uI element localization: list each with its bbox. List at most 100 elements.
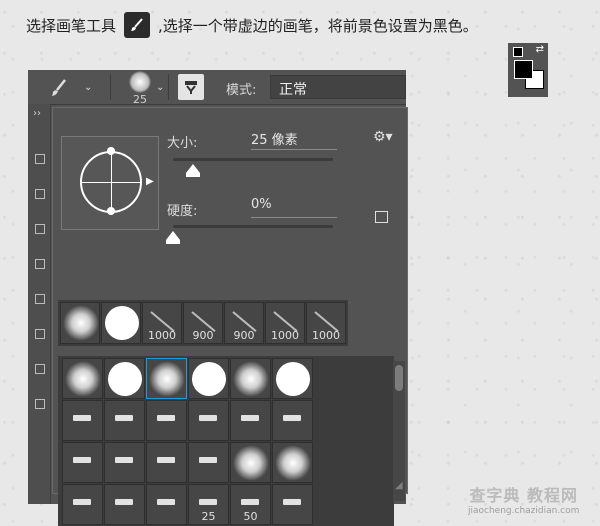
options-bar: ⌄ 25 ⌄ 模式: 正常	[28, 70, 406, 106]
brush-preset[interactable]	[272, 442, 313, 483]
recent-brushes-row: 1000 900 900 1000 1000	[58, 300, 348, 346]
photoshop-panel: ⌄ 25 ⌄ 模式: 正常 ›› ▶ 大小: 25 像素 硬度: 0% ⚙▾ 1…	[28, 70, 408, 526]
hard-round-brush-icon	[192, 362, 226, 396]
swap-colors-icon[interactable]: ⇄	[536, 44, 544, 55]
expand-chevron-icon[interactable]: ››	[33, 108, 41, 119]
brush-presets-grid: 25 50	[58, 356, 394, 526]
mode-select[interactable]: 正常	[270, 75, 406, 99]
brush-size-preview: 25	[133, 93, 147, 106]
size-label: 大小:	[167, 136, 198, 151]
brush-tip-icon	[241, 499, 259, 505]
hard-round-brush-icon	[108, 362, 142, 396]
soft-round-brush-icon	[149, 361, 185, 397]
tool-icon[interactable]	[35, 364, 45, 374]
divider	[110, 74, 111, 100]
hardness-value-field[interactable]: 0%	[251, 197, 337, 218]
new-preset-icon[interactable]	[375, 211, 388, 223]
brush-tip-icon	[73, 415, 91, 421]
size-slider-track[interactable]	[173, 158, 333, 161]
brush-angle-roundness-widget[interactable]: ▶	[61, 136, 159, 230]
instruction-line: 选择画笔工具 ,选择一个带虚边的画笔，将前景色设置为黑色。	[26, 12, 478, 38]
tool-icon[interactable]	[35, 189, 45, 199]
roundness-handle[interactable]	[107, 207, 115, 215]
brush-preset[interactable]	[62, 358, 103, 399]
brush-preset-label: 50	[243, 510, 258, 523]
hardness-slider-track[interactable]	[173, 225, 333, 228]
brush-preset[interactable]: 50	[230, 484, 271, 525]
brush-preset[interactable]	[272, 484, 313, 525]
recent-brush[interactable]: 900	[224, 302, 264, 344]
brush-tip-icon	[199, 457, 217, 463]
brush-preset[interactable]	[104, 484, 145, 525]
crosshair-vertical	[111, 151, 112, 213]
brush-preset[interactable]	[62, 484, 103, 525]
hardness-label: 硬度:	[167, 204, 198, 219]
tool-preset-chevron-icon[interactable]: ⌄	[84, 82, 92, 93]
brush-tip-icon	[73, 457, 91, 463]
brush-tool-icon[interactable]	[50, 78, 78, 102]
brush-preset[interactable]	[104, 358, 145, 399]
brush-tip-icon	[283, 499, 301, 505]
hardness-slider-knob[interactable]	[166, 231, 180, 244]
soft-round-brush-icon	[233, 445, 269, 481]
tool-icon[interactable]	[35, 294, 45, 304]
tool-icon[interactable]	[35, 399, 45, 409]
brush-preset[interactable]: 25	[188, 484, 229, 525]
brush-preset[interactable]	[188, 358, 229, 399]
brush-preset[interactable]	[230, 400, 271, 441]
recent-brush[interactable]	[101, 302, 141, 344]
brush-preset[interactable]	[272, 358, 313, 399]
angle-arrow-icon[interactable]: ▶	[146, 176, 154, 187]
foreground-color-swatch[interactable]	[514, 60, 533, 79]
brush-preset-picker[interactable]: 25	[122, 70, 158, 106]
instruction-part2: ,选择一个带虚边的画笔，将前景色设置为黑色。	[158, 16, 478, 35]
divider	[168, 74, 169, 100]
resize-grip-icon[interactable]: ◢	[395, 480, 403, 491]
recent-brush[interactable]	[60, 302, 100, 344]
color-swatch-widget: ⇄	[508, 43, 548, 97]
brush-preset[interactable]	[146, 484, 187, 525]
brush-tip-icon	[199, 415, 217, 421]
brush-preset[interactable]	[272, 400, 313, 441]
instruction-part1: 选择画笔工具	[26, 16, 117, 35]
recent-brush-label: 900	[233, 329, 255, 342]
tool-icon[interactable]	[35, 154, 45, 164]
size-slider-knob[interactable]	[185, 164, 200, 177]
default-colors-icon[interactable]	[513, 47, 523, 57]
scrollbar-thumb[interactable]	[395, 365, 403, 391]
soft-round-brush-icon	[65, 361, 101, 397]
brush-preset[interactable]	[146, 400, 187, 441]
gear-icon[interactable]: ⚙▾	[373, 129, 393, 145]
brush-preset[interactable]	[230, 358, 271, 399]
recent-brush[interactable]: 1000	[306, 302, 346, 344]
brush-tip-icon	[73, 499, 91, 505]
brush-preset[interactable]	[230, 442, 271, 483]
hard-round-brush-icon	[276, 362, 310, 396]
recent-brush-label: 1000	[271, 329, 299, 342]
soft-round-brush-icon	[63, 305, 99, 341]
brush-preset[interactable]	[146, 358, 187, 399]
brush-preset[interactable]	[188, 400, 229, 441]
brush-preset[interactable]	[188, 442, 229, 483]
brush-settings-toggle-button[interactable]	[178, 74, 204, 100]
recent-brush[interactable]: 1000	[142, 302, 182, 344]
brush-tip-icon	[283, 415, 301, 421]
brush-preset[interactable]	[62, 400, 103, 441]
brush-preset[interactable]	[104, 400, 145, 441]
tool-icon[interactable]	[35, 259, 45, 269]
recent-brush[interactable]: 900	[183, 302, 223, 344]
tool-icon[interactable]	[35, 224, 45, 234]
roundness-handle[interactable]	[107, 147, 115, 155]
brush-tip-icon	[115, 457, 133, 463]
brush-preset[interactable]	[146, 442, 187, 483]
brush-picker-chevron-icon[interactable]: ⌄	[156, 82, 164, 93]
size-value-field[interactable]: 25 像素	[251, 129, 337, 150]
tool-icon[interactable]	[35, 329, 45, 339]
watermark: 查字典 教程网 jiaocheng.chazidian.com	[468, 482, 579, 516]
recent-brush-label: 1000	[312, 329, 340, 342]
brush-preset[interactable]	[104, 442, 145, 483]
recent-brush[interactable]: 1000	[265, 302, 305, 344]
brush-preset[interactable]	[62, 442, 103, 483]
brush-tip-icon	[157, 457, 175, 463]
brush-icon	[124, 12, 151, 38]
